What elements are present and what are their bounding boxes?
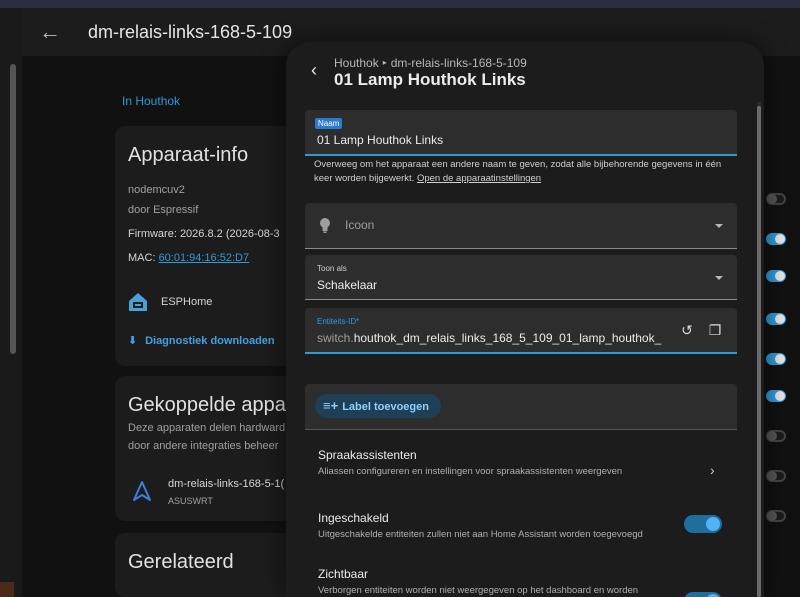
download-diagnostics-button[interactable]: ⬇ Diagnostiek downloaden — [128, 334, 275, 347]
linked-devices-card: Gekoppelde appar Deze apparaten delen ha… — [115, 376, 315, 521]
bg-toggle[interactable] — [766, 510, 786, 522]
add-label-icon: ≡+ — [323, 398, 339, 413]
chevron-right-icon[interactable]: › — [710, 462, 715, 478]
device-info-title: Apparaat-info — [128, 144, 249, 166]
name-field[interactable]: Naam 01 Lamp Houthok Links — [305, 110, 737, 156]
top-strip — [0, 0, 800, 8]
dialog-back-icon[interactable]: ‹ — [304, 60, 324, 81]
chevron-down-icon — [715, 276, 723, 280]
download-diagnostics-label: Diagnostiek downloaden — [145, 335, 275, 347]
linked-desc-line2: door andere integraties beheer — [128, 440, 279, 452]
left-badge — [0, 582, 14, 597]
related-card: Gerelateerd — [115, 533, 315, 597]
device-manufacturer: door Espressif — [128, 204, 199, 216]
dialog-title: 01 Lamp Houthok Links — [334, 70, 526, 89]
bg-toggle[interactable] — [766, 470, 786, 482]
name-field-label: Naam — [315, 118, 343, 129]
linked-device-name[interactable]: dm-relais-links-168-5-1( — [168, 478, 284, 490]
bg-toggle[interactable] — [766, 233, 786, 245]
device-info-card: Apparaat-info nodemcuv2 door Espressif F… — [115, 126, 315, 366]
entity-id-text: houthok_dm_relais_links_168_5_109_01_lam… — [353, 331, 662, 345]
bg-toggle[interactable] — [766, 193, 786, 205]
chevron-down-icon — [715, 224, 723, 228]
entity-settings-dialog: ‹ Houthok ▸ dm-relais-links-168-5-109 01 L… — [286, 42, 764, 597]
show-as-label: Toon als — [317, 264, 347, 273]
entity-id-field[interactable]: Entiteits-ID* switch.houthok_dm_relais_l… — [305, 308, 737, 354]
enabled-toggle[interactable] — [684, 515, 722, 533]
linked-devices-title: Gekoppelde appar — [128, 394, 293, 416]
show-as-value: Schakelaar — [317, 278, 378, 292]
enabled-subtitle: Uitgeschakelde entiteiten zullen niet aa… — [318, 529, 643, 540]
voice-assistants-title: Spraakassistenten — [318, 448, 417, 462]
lightbulb-icon — [320, 218, 330, 233]
entity-domain-prefix: switch. — [317, 331, 354, 345]
add-label-button[interactable]: ≡+ Label toevoegen — [315, 394, 441, 418]
esphome-icon — [129, 293, 147, 311]
integration-name[interactable]: ESPHome — [161, 296, 212, 308]
dialog-scrollbar[interactable] — [757, 106, 761, 597]
rename-hint: Overweeg om het apparaat een andere naam… — [314, 158, 734, 186]
visible-title: Zichtbaar — [318, 567, 369, 581]
back-arrow-icon[interactable]: ← — [38, 20, 62, 44]
linked-device-integration: ASUSWRT — [168, 496, 213, 506]
download-icon: ⬇ — [128, 335, 138, 347]
linked-desc-line1: Deze apparaten delen hardward — [128, 422, 286, 434]
breadcrumb: Houthok ▸ dm-relais-links-168-5-109 — [334, 56, 527, 70]
device-model: nodemcuv2 — [128, 184, 185, 196]
name-field-value: 01 Lamp Houthok Links — [317, 133, 444, 147]
enabled-row: Ingeschakeld Uitgeschakelde entiteiten z… — [318, 511, 738, 540]
entity-id-label: Entiteits-ID* — [317, 317, 360, 326]
page-title: dm-relais-links-168-5-109 — [88, 22, 293, 42]
entity-id-actions: ↺ ❐ — [679, 322, 723, 338]
related-title: Gerelateerd — [128, 551, 234, 573]
voice-assistants-subtitle: Aliassen configureren en instellingen vo… — [318, 466, 623, 477]
bg-toggle[interactable] — [766, 353, 786, 365]
labels-row: ≡+ Label toevoegen — [305, 384, 737, 430]
copy-icon[interactable]: ❐ — [707, 322, 723, 338]
restore-icon[interactable]: ↺ — [679, 322, 695, 338]
icon-field-placeholder: Icoon — [345, 218, 375, 232]
area-link[interactable]: In Houthok — [122, 94, 180, 108]
visible-toggle[interactable] — [684, 592, 722, 597]
breadcrumb-area[interactable]: Houthok — [334, 56, 379, 70]
bg-toggle[interactable] — [766, 430, 786, 442]
asuswrt-icon — [133, 481, 151, 501]
visible-row: Zichtbaar Verborgen entiteiten worden ni… — [318, 567, 738, 596]
bg-toggle[interactable] — [766, 390, 786, 402]
visible-subtitle: Verborgen entiteiten worden niet weergeg… — [318, 585, 639, 596]
breadcrumb-device[interactable]: dm-relais-links-168-5-109 — [391, 56, 527, 70]
page-scrollbar[interactable] — [10, 64, 16, 354]
bg-toggle[interactable] — [766, 313, 786, 325]
device-mac: MAC: 60:01:94:16:52:D7 — [128, 252, 249, 264]
voice-assistants-row[interactable]: Spraakassistenten Aliassen configureren … — [318, 448, 738, 477]
enabled-title: Ingeschakeld — [318, 511, 389, 525]
mac-link[interactable]: 60:01:94:16:52:D7 — [159, 252, 250, 264]
open-device-settings-link[interactable]: Open de apparaatinstellingen — [417, 173, 541, 184]
mac-label: MAC: — [128, 252, 159, 264]
icon-field[interactable]: Icoon — [305, 203, 737, 249]
add-label-text: Label toevoegen — [342, 401, 429, 413]
show-as-select[interactable]: Toon als Schakelaar — [305, 255, 737, 300]
entity-id-value: switch.houthok_dm_relais_links_168_5_109… — [317, 331, 662, 345]
bg-toggle[interactable] — [766, 270, 786, 282]
device-firmware: Firmware: 2026.8.2 (2026-08-3 — [128, 228, 280, 240]
breadcrumb-separator-icon: ▸ — [382, 58, 387, 67]
